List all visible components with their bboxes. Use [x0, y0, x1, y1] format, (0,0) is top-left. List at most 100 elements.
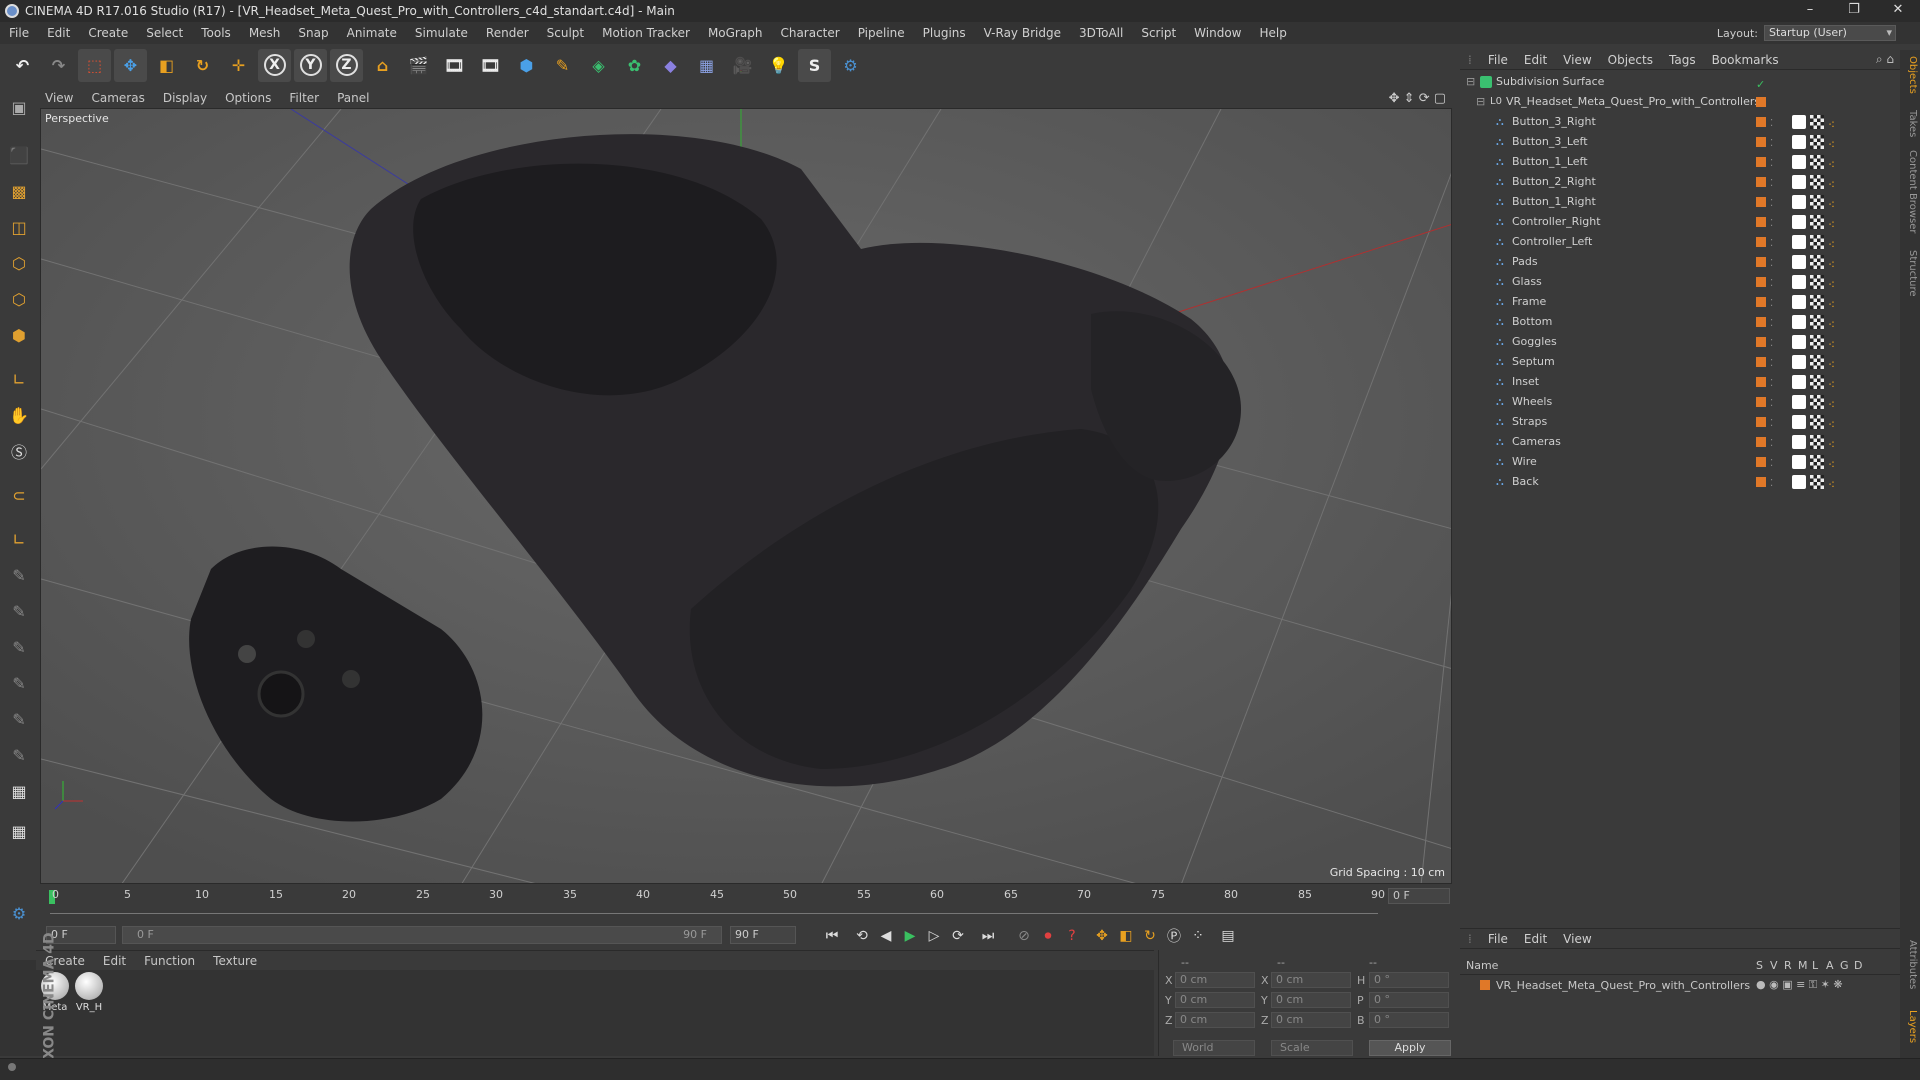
rotation-key-icon[interactable]: ↻	[1138, 925, 1162, 947]
texture-tag-icon[interactable]	[1810, 435, 1824, 449]
layer-color-flag[interactable]	[1756, 277, 1766, 287]
next-frame-icon[interactable]: ▷	[922, 925, 946, 947]
spline-pen-icon[interactable]: ✎	[546, 49, 579, 82]
tab-takes[interactable]: Takes	[1902, 110, 1918, 137]
texture-tag-icon[interactable]	[1810, 475, 1824, 489]
tree-row-object[interactable]: ⛬ Frame ⁚ ⁖	[1460, 292, 1900, 312]
collapse-icon[interactable]: ⊟	[1466, 72, 1475, 92]
size-mode-dropdown[interactable]: Scale	[1271, 1040, 1353, 1056]
size-x-field[interactable]: 0 cm	[1271, 972, 1351, 988]
points-mode-icon[interactable]: ⬡	[4, 248, 34, 278]
visibility-dots-icon[interactable]: ⁚	[1770, 334, 1773, 354]
tree-row-object[interactable]: ⛬ Bottom ⁚ ⁖	[1460, 312, 1900, 332]
layer-color-flag[interactable]	[1756, 437, 1766, 447]
menu-vray-bridge[interactable]: V-Ray Bridge	[975, 26, 1070, 40]
material-tags[interactable]: ⁖	[1792, 155, 1852, 172]
tab-objects[interactable]: Objects	[1902, 56, 1918, 94]
material-tag-icon[interactable]	[1792, 315, 1806, 329]
viewport-menu-display[interactable]: Display	[154, 91, 216, 105]
workplane-icon[interactable]: ◫	[4, 212, 34, 242]
edges-mode-icon[interactable]: ⬡	[4, 284, 34, 314]
texture-tag-icon[interactable]	[1810, 335, 1824, 349]
phong-tag-icon[interactable]: ⁖	[1828, 475, 1835, 495]
x-axis-lock-button[interactable]: X	[258, 48, 291, 82]
tab-content-browser[interactable]: Content Browser	[1902, 150, 1918, 233]
next-key-icon[interactable]: ⟳	[946, 925, 970, 947]
layer-color-flag[interactable]	[1756, 337, 1766, 347]
scale-icon[interactable]: ◧	[150, 49, 183, 82]
layer-color-flag[interactable]	[1756, 137, 1766, 147]
viewport-menu-cameras[interactable]: Cameras	[82, 91, 153, 105]
layer-color-flag[interactable]	[1756, 397, 1766, 407]
render-view-icon[interactable]: 🎬	[402, 49, 435, 82]
viewport-menu-filter[interactable]: Filter	[280, 91, 328, 105]
tab-structure[interactable]: Structure	[1902, 250, 1918, 297]
visibility-dots-icon[interactable]: ⁚	[1770, 394, 1773, 414]
make-editable-icon[interactable]: ▣	[4, 92, 34, 122]
live-selection-icon[interactable]: ⬚	[78, 48, 111, 82]
rot-b-field[interactable]: 0 °	[1369, 1012, 1449, 1028]
move-icon[interactable]: ✥	[114, 48, 147, 82]
layer-color-flag[interactable]	[1756, 357, 1766, 367]
material-tag-icon[interactable]	[1792, 115, 1806, 129]
go-to-end-icon[interactable]: ⏭	[976, 925, 1000, 947]
lock-workplane-icon[interactable]: ✎	[4, 740, 34, 770]
paint-tool-icon[interactable]: ✎	[4, 560, 34, 590]
current-frame-field[interactable]: 0 F	[1388, 888, 1450, 904]
layer-color-flag[interactable]	[1756, 457, 1766, 467]
y-axis-lock-button[interactable]: Y	[294, 48, 327, 82]
texture-mode-icon[interactable]: ▩	[4, 176, 34, 206]
layer-color-flag[interactable]	[1756, 97, 1766, 107]
menu-pipeline[interactable]: Pipeline	[849, 26, 914, 40]
viewport-menu-options[interactable]: Options	[216, 91, 280, 105]
layer-color-flag[interactable]	[1756, 197, 1766, 207]
close-button[interactable]: ✕	[1876, 0, 1920, 22]
material-tag-icon[interactable]	[1792, 255, 1806, 269]
quantize-icon[interactable]: ▦	[4, 816, 34, 846]
solo-icon[interactable]: Ⓢ	[4, 436, 34, 466]
collapse-icon[interactable]: ⊟	[1476, 92, 1485, 112]
coordinate-space-dropdown[interactable]: World	[1173, 1040, 1255, 1056]
tree-row-object[interactable]: ⛬ Controller_Right ⁚ ⁖	[1460, 212, 1900, 232]
light-icon[interactable]: 💡	[762, 49, 795, 82]
material-tag-icon[interactable]	[1792, 295, 1806, 309]
layer-color-flag[interactable]	[1756, 217, 1766, 227]
material-menu-texture[interactable]: Texture	[204, 954, 266, 968]
texture-tag-icon[interactable]	[1810, 155, 1824, 169]
texture-tag-icon[interactable]	[1810, 375, 1824, 389]
menu-mesh[interactable]: Mesh	[240, 26, 290, 40]
menu-file[interactable]: File	[0, 26, 38, 40]
visibility-dots-icon[interactable]: ⁚	[1770, 294, 1773, 314]
viewport-menu-view[interactable]: View	[36, 91, 82, 105]
menu-select[interactable]: Select	[137, 26, 192, 40]
lm-menu-file[interactable]: File	[1480, 932, 1516, 946]
tree-row-group[interactable]: ⊟ L0 VR_Headset_Meta_Quest_Pro_with_Cont…	[1460, 92, 1900, 112]
menu-edit[interactable]: Edit	[38, 26, 79, 40]
texture-tag-icon[interactable]	[1810, 295, 1824, 309]
previous-frame-icon[interactable]: ◀	[874, 925, 898, 947]
minimize-button[interactable]: –	[1788, 0, 1832, 22]
material-tags[interactable]: ⁖	[1792, 335, 1852, 352]
menu-tools[interactable]: Tools	[192, 26, 240, 40]
model-mode-icon[interactable]: ⬛	[4, 140, 34, 170]
rot-h-field[interactable]: 0 °	[1369, 972, 1449, 988]
floor-scene-icon[interactable]: ▦	[690, 49, 723, 82]
layer-color-flag[interactable]	[1756, 297, 1766, 307]
menu-simulate[interactable]: Simulate	[406, 26, 477, 40]
tree-row-object[interactable]: ⛬ Cameras ⁚ ⁖	[1460, 432, 1900, 452]
layer-color-flag[interactable]	[1756, 317, 1766, 327]
texture-tag-icon[interactable]	[1810, 395, 1824, 409]
material-tags[interactable]: ⁖	[1792, 455, 1852, 472]
scale-key-icon[interactable]: ◧	[1114, 925, 1138, 947]
material-tag-icon[interactable]	[1792, 155, 1806, 169]
visibility-dots-icon[interactable]: ⁚	[1770, 174, 1773, 194]
tree-row-object[interactable]: ⛬ Button_2_Right ⁚ ⁖	[1460, 172, 1900, 192]
menu-sculpt[interactable]: Sculpt	[538, 26, 593, 40]
visibility-dots-icon[interactable]: ⁚	[1770, 414, 1773, 434]
material-swatch-vrh[interactable]: VR_H	[74, 972, 104, 1013]
tree-row-object[interactable]: ⛬ Controller_Left ⁚ ⁖	[1460, 232, 1900, 252]
material-tag-icon[interactable]	[1792, 415, 1806, 429]
tree-row-object[interactable]: ⛬ Septum ⁚ ⁖	[1460, 352, 1900, 372]
layer-color-flag[interactable]	[1756, 477, 1766, 487]
material-tags[interactable]: ⁖	[1792, 475, 1852, 492]
